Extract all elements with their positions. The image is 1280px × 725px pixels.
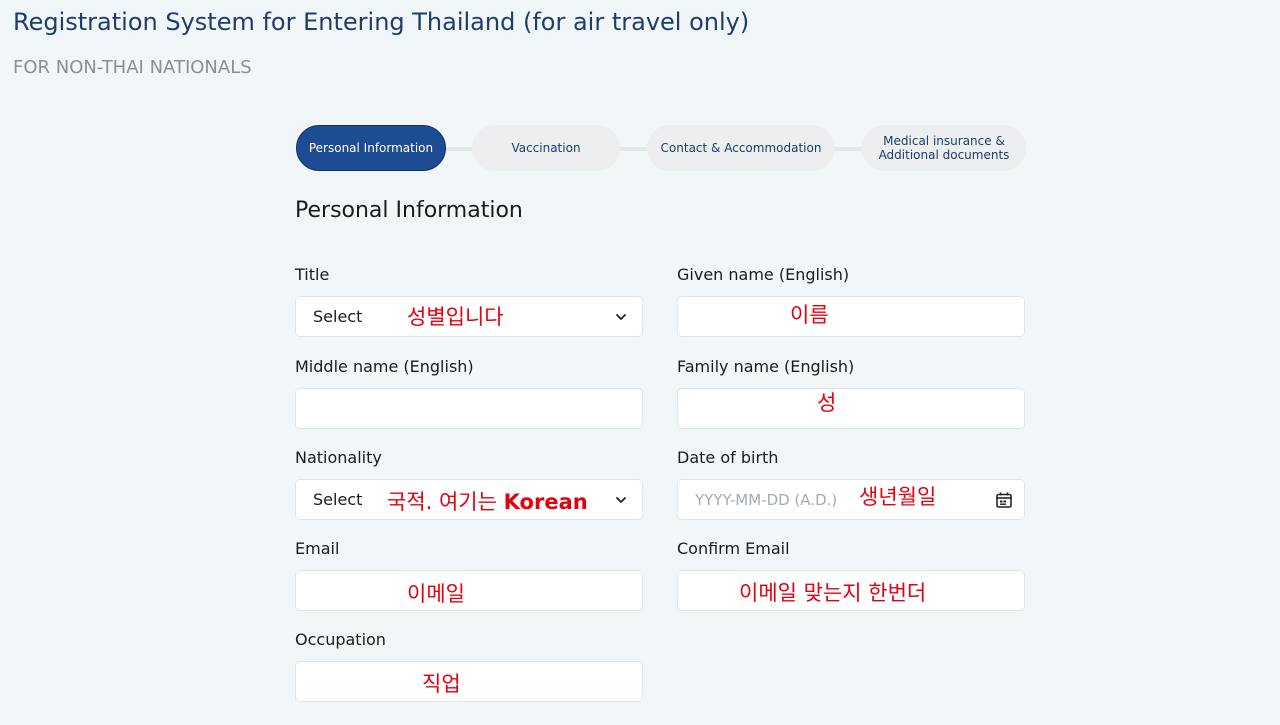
chevron-down-icon <box>616 314 626 320</box>
occupation-input[interactable] <box>295 661 643 702</box>
occupation-label: Occupation <box>295 630 386 649</box>
date-of-birth-label: Date of birth <box>677 448 779 467</box>
step-label: Medical insurance & Additional documents <box>879 134 1010 162</box>
step-vaccination[interactable]: Vaccination <box>472 125 620 171</box>
given-name-input[interactable] <box>677 296 1025 337</box>
annotation-confirm-email: 이메일 맞는지 한번더 <box>739 581 927 605</box>
email-label: Email <box>295 539 340 558</box>
nationality-select-value: Select <box>313 490 363 509</box>
annotation-nationality-text: 국적. 여기는 <box>387 490 504 514</box>
middle-name-label: Middle name (English) <box>295 357 474 376</box>
middle-name-input[interactable] <box>295 388 643 429</box>
confirm-email-label: Confirm Email <box>677 539 790 558</box>
title-select-value: Select <box>313 307 363 326</box>
section-title: Personal Information <box>295 198 523 223</box>
annotation-date-of-birth: 생년월일 <box>859 485 937 509</box>
step-personal-information[interactable]: Personal Information <box>296 125 446 171</box>
chevron-down-icon <box>616 497 626 503</box>
annotation-family-name: 성 <box>817 391 837 415</box>
family-name-label: Family name (English) <box>677 357 855 376</box>
nationality-label: Nationality <box>295 448 382 467</box>
date-of-birth-placeholder: YYYY-MM-DD (A.D.) <box>695 491 838 509</box>
family-name-input[interactable] <box>677 388 1025 429</box>
step-label: Personal Information <box>308 141 434 155</box>
annotation-nationality: 국적. 여기는 Korean <box>387 486 588 516</box>
annotation-given-name: 이름 <box>790 303 829 327</box>
page-subtitle: FOR NON-THAI NATIONALS <box>13 57 252 78</box>
annotation-occupation: 직업 <box>422 672 461 696</box>
step-contact-accommodation[interactable]: Contact & Accommodation <box>647 125 835 171</box>
annotation-nationality-bold: Korean <box>503 490 588 514</box>
annotation-title: 성별입니다 <box>407 305 504 329</box>
step-label-line1: Medical insurance & <box>883 134 1005 148</box>
title-label: Title <box>295 265 330 284</box>
step-label: Contact & Accommodation <box>660 141 822 155</box>
email-input[interactable] <box>295 570 643 611</box>
annotation-email: 이메일 <box>407 582 465 606</box>
date-of-birth-input[interactable]: YYYY-MM-DD (A.D.) <box>677 479 1025 520</box>
progress-stepper: Personal Information Vaccination Contact… <box>296 125 1026 172</box>
page-title: Registration System for Entering Thailan… <box>13 8 750 36</box>
calendar-icon[interactable] <box>995 491 1013 509</box>
given-name-label: Given name (English) <box>677 265 850 284</box>
step-label: Vaccination <box>511 141 581 155</box>
step-medical-insurance[interactable]: Medical insurance & Additional documents <box>862 125 1026 171</box>
step-label-line2: Additional documents <box>878 148 1010 162</box>
